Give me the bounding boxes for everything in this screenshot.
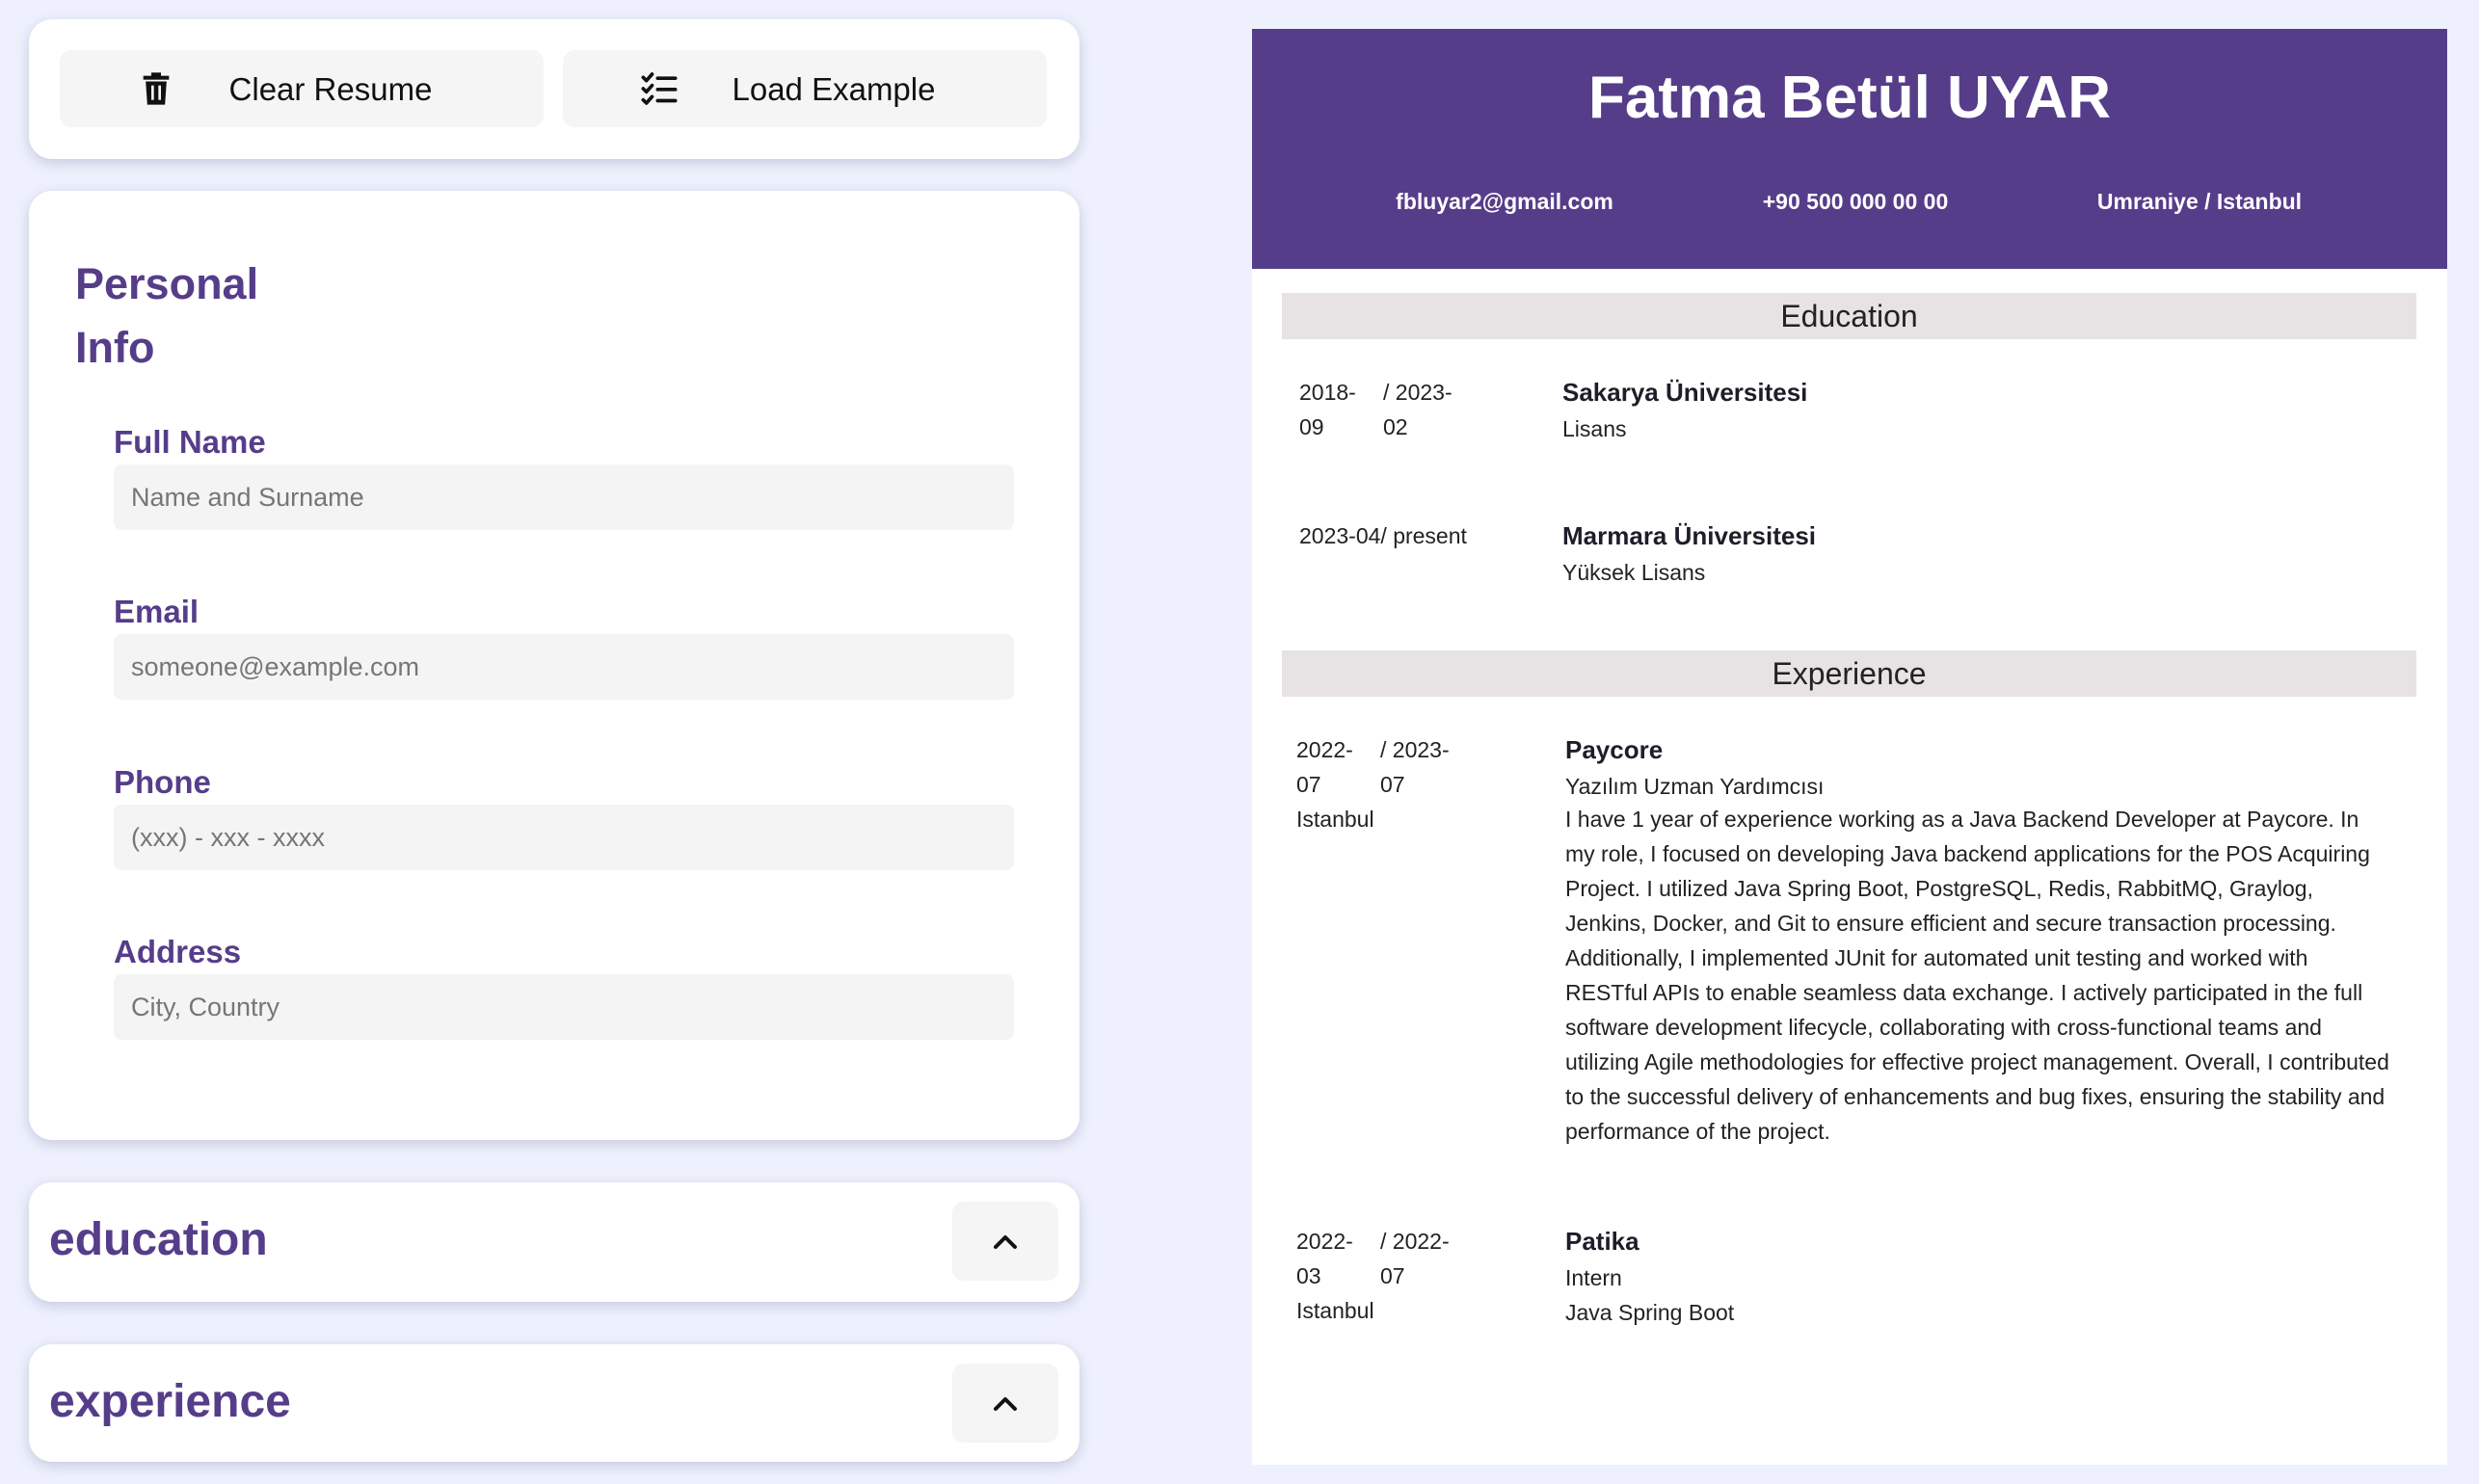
actions-card: Clear Resume Load Example bbox=[29, 19, 1080, 159]
education-end-date: / 2023- 02 bbox=[1383, 375, 1453, 444]
date-part: 2022- bbox=[1296, 737, 1353, 762]
education-section-card: education bbox=[29, 1182, 1080, 1302]
resume-header: Fatma Betül UYAR fbluyar2@gmail.com +90 … bbox=[1252, 29, 2447, 269]
email-input[interactable] bbox=[114, 634, 1014, 700]
education-start-date: 2018- 09 bbox=[1299, 375, 1356, 444]
resume-email: fbluyar2@gmail.com bbox=[1396, 189, 1613, 214]
date-part: 2022- bbox=[1296, 1229, 1353, 1254]
phone-label: Phone bbox=[114, 764, 211, 800]
experience-description: Java Spring Boot bbox=[1565, 1300, 1735, 1325]
resume-name: Fatma Betül UYAR bbox=[1587, 65, 2112, 131]
experience-position: Yazılım Uzman Yardımcısı bbox=[1565, 774, 1825, 799]
experience-section-card: experience bbox=[29, 1344, 1080, 1462]
personal-info-title: Personal Info bbox=[75, 252, 307, 380]
education-toggle-button[interactable] bbox=[952, 1202, 1058, 1281]
clear-resume-button[interactable]: Clear Resume bbox=[60, 50, 544, 127]
experience-location: Istanbul bbox=[1296, 807, 1374, 832]
resume-experience-heading: Experience bbox=[1282, 650, 2416, 697]
experience-company: Paycore bbox=[1565, 735, 1664, 764]
experience-section-title: experience bbox=[49, 1376, 291, 1427]
experience-start-date: 2022- 07 Istanbul bbox=[1296, 732, 1374, 836]
education-degree: Lisans bbox=[1562, 416, 1627, 441]
personal-info-title-line1: Personal bbox=[75, 259, 259, 308]
date-part: 07 bbox=[1380, 1263, 1405, 1288]
experience-end-date: / 2023- 07 bbox=[1380, 732, 1450, 802]
chevron-up-icon bbox=[994, 1397, 1017, 1411]
address-input[interactable] bbox=[114, 974, 1014, 1040]
chevron-up-icon bbox=[994, 1235, 1017, 1249]
education-school: Sakarya Üniversitesi bbox=[1562, 378, 1808, 407]
load-example-label: Load Example bbox=[732, 71, 936, 107]
date-part: 07 bbox=[1296, 772, 1321, 797]
email-label: Email bbox=[114, 594, 200, 629]
experience-position: Intern bbox=[1565, 1265, 1622, 1290]
resume-education-heading: Education bbox=[1282, 293, 2416, 339]
personal-info-title-line2: Info bbox=[75, 323, 155, 372]
experience-end-date: / 2022- 07 bbox=[1380, 1224, 1450, 1293]
full-name-label: Full Name bbox=[114, 424, 266, 460]
date-part: / 2022- bbox=[1380, 1229, 1450, 1254]
experience-description: I have 1 year of experience working as a… bbox=[1565, 807, 2389, 1144]
resume-phone: +90 500 000 00 00 bbox=[1762, 189, 1949, 214]
clear-resume-label: Clear Resume bbox=[228, 71, 433, 107]
date-part: 09 bbox=[1299, 414, 1324, 439]
phone-input[interactable] bbox=[114, 805, 1014, 870]
experience-start-date: 2022- 03 Istanbul bbox=[1296, 1224, 1374, 1328]
education-degree: Yüksek Lisans bbox=[1562, 560, 1706, 585]
date-part: 07 bbox=[1380, 772, 1405, 797]
education-date-range: 2023-04/ present bbox=[1299, 523, 1467, 548]
experience-location: Istanbul bbox=[1296, 1298, 1374, 1323]
load-example-button[interactable]: Load Example bbox=[563, 50, 1047, 127]
date-part: 02 bbox=[1383, 414, 1408, 439]
education-section-title: education bbox=[49, 1214, 268, 1265]
address-label: Address bbox=[114, 934, 242, 969]
date-part: 03 bbox=[1296, 1263, 1321, 1288]
resume-preview: Fatma Betül UYAR fbluyar2@gmail.com +90 … bbox=[1252, 29, 2447, 1465]
personal-info-card: Personal Info Full Name Email Phone Addr… bbox=[29, 191, 1080, 1140]
date-part: / 2023- bbox=[1383, 380, 1453, 405]
experience-company: Patika bbox=[1565, 1227, 1639, 1256]
date-part: / 2023- bbox=[1380, 737, 1450, 762]
resume-address: Umraniye / Istanbul bbox=[2096, 189, 2303, 214]
experience-toggle-button[interactable] bbox=[952, 1364, 1058, 1443]
education-school: Marmara Üniversitesi bbox=[1562, 521, 1817, 550]
date-part: 2018- bbox=[1299, 380, 1356, 405]
full-name-input[interactable] bbox=[114, 464, 1014, 530]
